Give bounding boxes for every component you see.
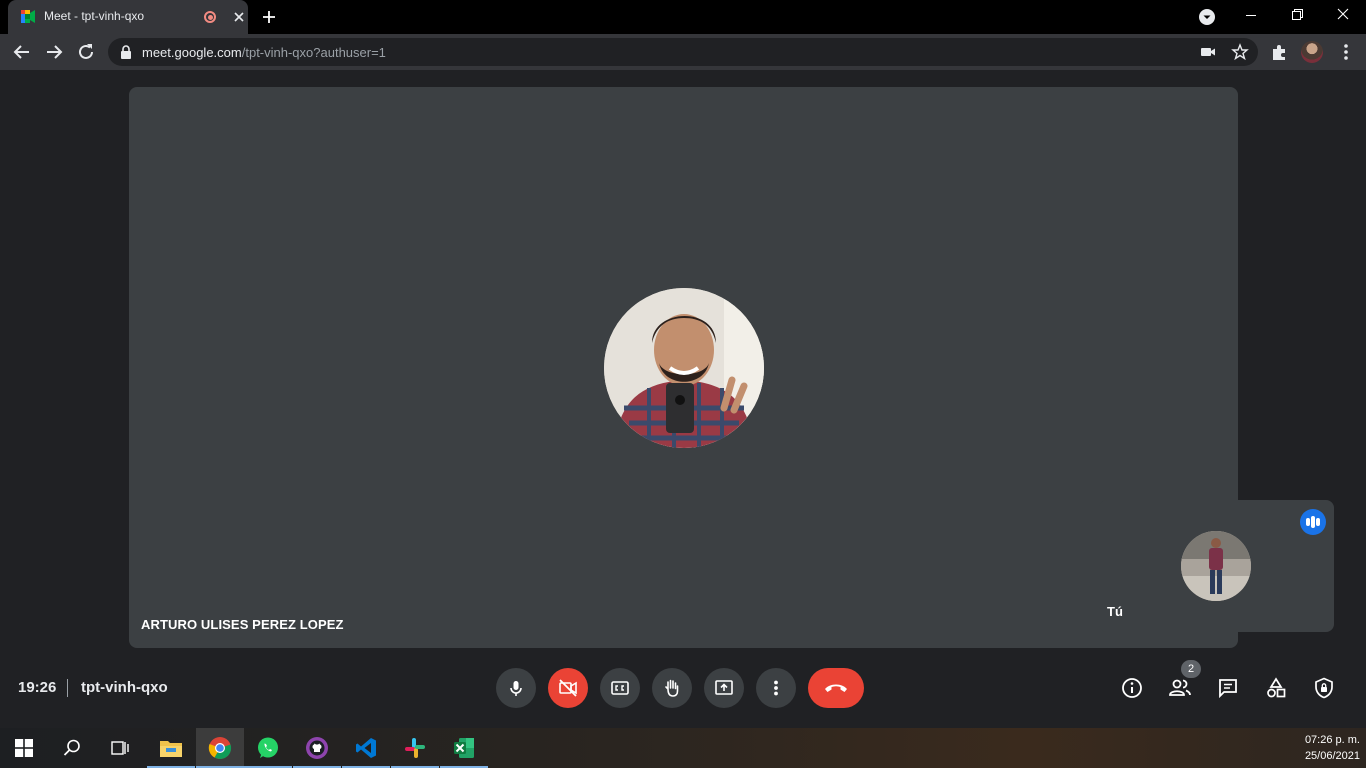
camera-off-icon bbox=[559, 679, 577, 697]
whatsapp-icon bbox=[258, 737, 278, 758]
activities-button[interactable] bbox=[1261, 673, 1291, 703]
search-icon bbox=[63, 739, 80, 756]
bookmark-star-icon[interactable] bbox=[1231, 43, 1249, 61]
extensions-puzzle-icon[interactable] bbox=[1269, 41, 1291, 63]
taskbar-github-desktop[interactable] bbox=[293, 728, 341, 768]
leave-call-button[interactable] bbox=[808, 668, 864, 708]
github-icon bbox=[306, 737, 328, 759]
forward-arrow-icon[interactable] bbox=[42, 40, 66, 64]
speaking-indicator-icon bbox=[1300, 509, 1326, 535]
meeting-details-button[interactable] bbox=[1117, 673, 1147, 703]
main-participant-tile: ARTURO ULISES PEREZ LOPEZ bbox=[129, 87, 1238, 648]
google-meet-icon bbox=[21, 10, 35, 23]
vscode-icon bbox=[356, 738, 376, 758]
taskbar-slack[interactable] bbox=[391, 728, 439, 768]
windows-taskbar: 07:26 p. m. 25/06/2021 bbox=[0, 728, 1366, 768]
captions-icon bbox=[611, 681, 629, 695]
self-avatar bbox=[1181, 531, 1251, 601]
close-tab-icon[interactable] bbox=[230, 8, 248, 26]
close-icon bbox=[1337, 8, 1349, 20]
camera-button[interactable] bbox=[548, 668, 588, 708]
microphone-button[interactable] bbox=[496, 668, 536, 708]
url-path: /tpt-vinh-qxo?authuser=1 bbox=[241, 45, 386, 60]
chat-icon bbox=[1219, 679, 1237, 699]
info-icon bbox=[1122, 678, 1142, 698]
system-date: 25/06/2021 bbox=[1304, 750, 1360, 762]
self-label: Tú bbox=[1107, 604, 1123, 619]
divider bbox=[67, 679, 68, 697]
participant-name: ARTURO ULISES PEREZ LOPEZ bbox=[141, 617, 344, 632]
task-view-icon bbox=[111, 741, 129, 755]
more-options-button[interactable] bbox=[756, 668, 796, 708]
meeting-code: tpt-vinh-qxo bbox=[81, 679, 168, 696]
close-window-button[interactable] bbox=[1320, 0, 1366, 32]
url-host: meet.google.com bbox=[142, 45, 242, 60]
raise-hand-button[interactable] bbox=[652, 668, 692, 708]
more-vertical-icon[interactable] bbox=[1335, 41, 1357, 63]
meeting-clock: 19:26 bbox=[18, 679, 57, 696]
captions-button[interactable] bbox=[600, 668, 640, 708]
host-controls-button[interactable] bbox=[1309, 673, 1339, 703]
chat-button[interactable] bbox=[1213, 673, 1243, 703]
browser-toolbar: meet.google.com/tpt-vinh-qxo?authuser=1 bbox=[0, 34, 1366, 70]
back-arrow-icon[interactable] bbox=[10, 40, 34, 64]
minimize-icon bbox=[1246, 15, 1256, 16]
self-photo bbox=[1181, 531, 1251, 601]
taskbar-excel[interactable] bbox=[440, 728, 488, 768]
participant-photo bbox=[604, 288, 764, 448]
taskbar-search-button[interactable] bbox=[48, 728, 96, 768]
taskbar-whatsapp[interactable] bbox=[244, 728, 292, 768]
tab-search-button[interactable] bbox=[1199, 9, 1215, 25]
task-view-button[interactable] bbox=[96, 728, 144, 768]
participant-avatar bbox=[604, 288, 764, 448]
shield-lock-icon bbox=[1315, 677, 1333, 699]
activities-shapes-icon bbox=[1267, 677, 1286, 698]
chevron-down-icon bbox=[1203, 15, 1211, 19]
hand-icon bbox=[665, 679, 679, 697]
microphone-icon bbox=[510, 681, 522, 696]
folder-icon bbox=[160, 741, 182, 757]
taskbar-chrome[interactable] bbox=[196, 728, 244, 768]
windows-logo-icon bbox=[15, 739, 33, 757]
minimize-button[interactable] bbox=[1228, 0, 1274, 32]
browser-tab-bar: Meet - tpt-vinh-qxo bbox=[0, 0, 1366, 34]
present-screen-icon bbox=[715, 680, 733, 695]
address-bar[interactable]: meet.google.com/tpt-vinh-qxo?authuser=1 bbox=[108, 38, 1258, 66]
participant-count-badge: 2 bbox=[1181, 660, 1201, 678]
people-icon bbox=[1169, 679, 1191, 696]
slack-icon bbox=[405, 738, 425, 758]
browser-tab-meet[interactable]: Meet - tpt-vinh-qxo bbox=[8, 0, 248, 34]
chrome-icon bbox=[208, 737, 232, 760]
taskbar-file-explorer[interactable] bbox=[147, 728, 195, 768]
tab-title: Meet - tpt-vinh-qxo bbox=[44, 9, 145, 23]
restore-button[interactable] bbox=[1274, 0, 1320, 32]
recording-indicator-icon bbox=[204, 11, 216, 23]
hang-up-icon bbox=[825, 684, 847, 692]
url-text[interactable]: meet.google.com/tpt-vinh-qxo?authuser=1 bbox=[142, 45, 386, 60]
restore-icon bbox=[1292, 9, 1303, 20]
system-clock[interactable]: 07:26 p. m. 25/06/2021 bbox=[1305, 732, 1360, 764]
system-time: 07:26 p. m. bbox=[1304, 734, 1360, 746]
profile-avatar[interactable] bbox=[1301, 41, 1323, 63]
new-tab-icon[interactable] bbox=[258, 6, 280, 28]
start-button[interactable] bbox=[0, 728, 48, 768]
camera-in-use-icon[interactable] bbox=[1199, 43, 1217, 61]
excel-icon bbox=[454, 738, 474, 758]
present-screen-button[interactable] bbox=[704, 668, 744, 708]
taskbar-vscode[interactable] bbox=[342, 728, 390, 768]
more-vertical-icon bbox=[774, 680, 778, 696]
reload-icon[interactable] bbox=[74, 40, 98, 64]
lock-icon[interactable] bbox=[120, 45, 132, 59]
self-view-tile[interactable]: Tú bbox=[1099, 500, 1334, 632]
